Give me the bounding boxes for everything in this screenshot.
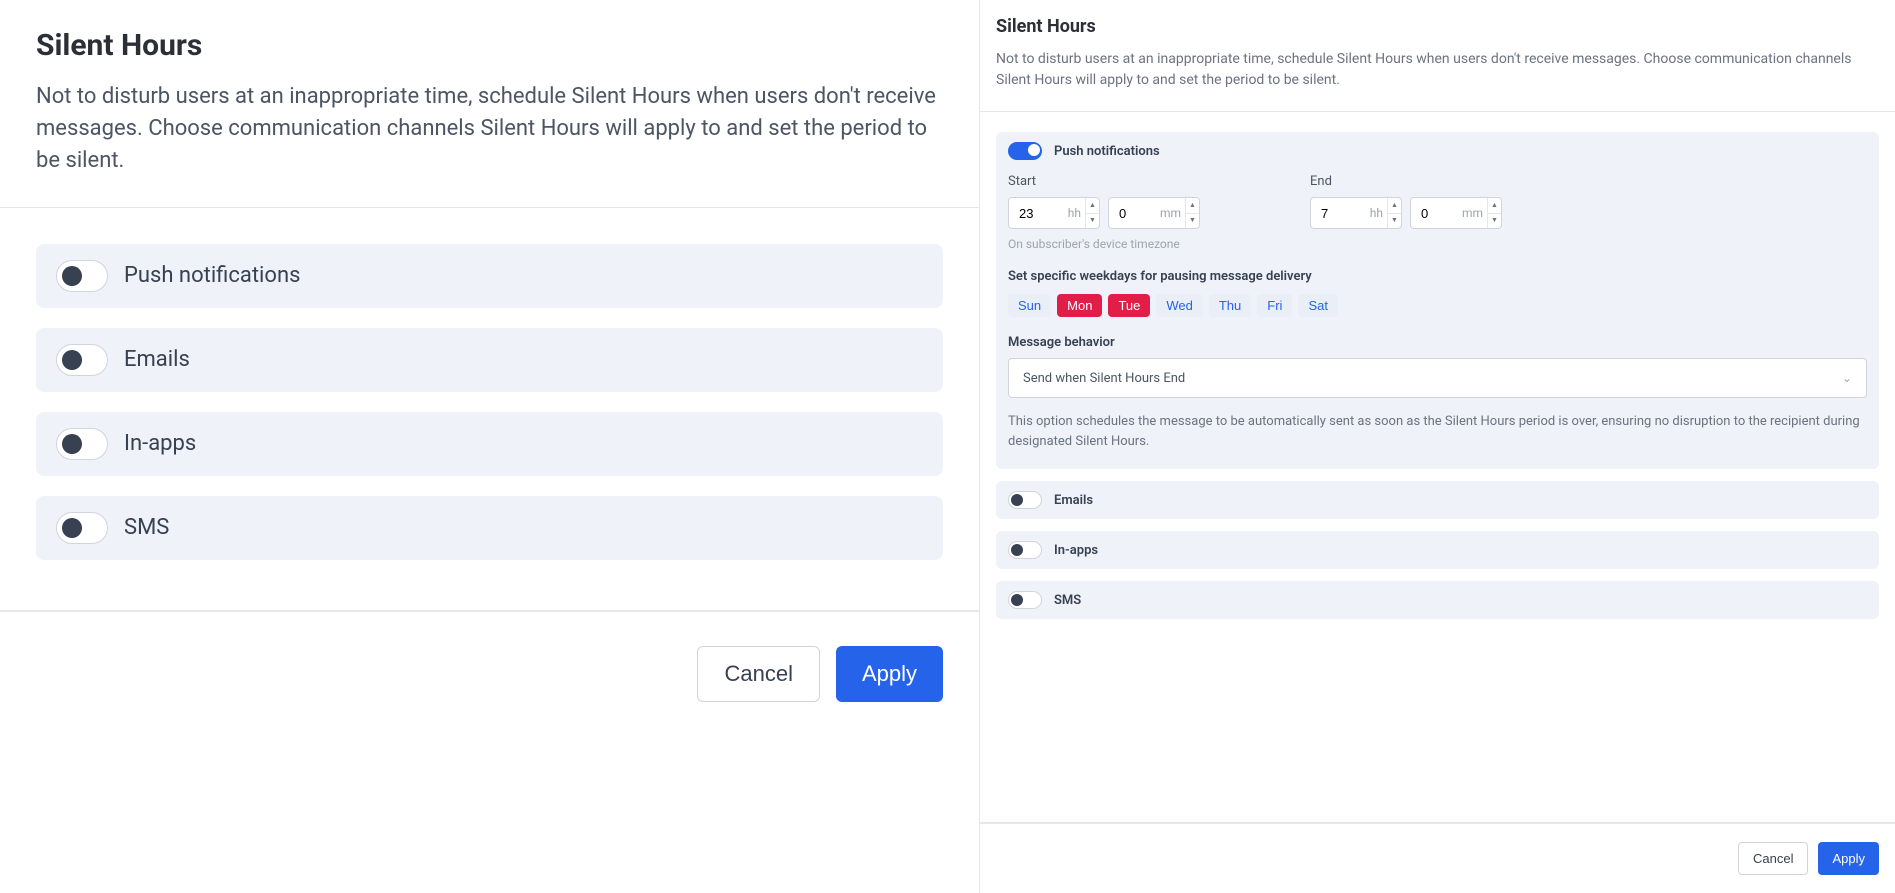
silent-hours-panel-basic: Silent Hours Not to disturb users at an … xyxy=(0,0,980,893)
spinner-arrows: ▲ ▼ xyxy=(1387,198,1401,228)
channel-sms: SMS xyxy=(996,581,1879,619)
channel-label: Push notifications xyxy=(124,263,300,288)
message-behavior-header: Message behavior xyxy=(1008,335,1867,350)
toggle-in-apps[interactable] xyxy=(1008,541,1042,559)
chevron-down-icon: ⌄ xyxy=(1842,371,1852,385)
start-label: Start xyxy=(1008,174,1200,189)
start-hour-input[interactable]: hh ▲ ▼ xyxy=(1008,197,1100,229)
toggle-sms[interactable] xyxy=(1008,591,1042,609)
unit-mm: mm xyxy=(1145,206,1185,220)
channel-emails: Emails xyxy=(996,481,1879,519)
day-wed[interactable]: Wed xyxy=(1156,294,1203,317)
push-config-body: Start hh ▲ ▼ xyxy=(996,170,1879,469)
channel-label: SMS xyxy=(124,515,169,540)
unit-hh: hh xyxy=(1045,206,1085,220)
toggle-emails[interactable] xyxy=(1008,491,1042,509)
apply-button[interactable]: Apply xyxy=(1818,842,1879,875)
arrow-down-icon[interactable]: ▼ xyxy=(1388,214,1401,229)
section-header: Push notifications xyxy=(996,132,1879,170)
section-header: In-apps xyxy=(996,531,1879,569)
day-mon[interactable]: Mon xyxy=(1057,294,1102,317)
section-header: Emails xyxy=(996,481,1879,519)
toggle-in-apps[interactable] xyxy=(56,428,108,460)
end-minute-input[interactable]: mm ▲ ▼ xyxy=(1410,197,1502,229)
spinner-arrows: ▲ ▼ xyxy=(1085,198,1099,228)
channel-emails: Emails xyxy=(36,328,943,392)
channel-label: Emails xyxy=(1054,493,1093,508)
panel-header: Silent Hours Not to disturb users at an … xyxy=(0,0,979,207)
unit-mm: mm xyxy=(1447,206,1487,220)
spinner-arrows: ▲ ▼ xyxy=(1185,198,1199,228)
day-tue[interactable]: Tue xyxy=(1108,294,1150,317)
channel-push-notifications: Push notifications Start hh ▲ ▼ xyxy=(996,132,1879,469)
end-hour-input[interactable]: hh ▲ ▼ xyxy=(1310,197,1402,229)
weekday-buttons: Sun Mon Tue Wed Thu Fri Sat xyxy=(1008,294,1867,317)
start-minute-field[interactable] xyxy=(1109,206,1145,221)
start-minute-input[interactable]: mm ▲ ▼ xyxy=(1108,197,1200,229)
arrow-up-icon[interactable]: ▲ xyxy=(1186,198,1199,214)
time-range-row: Start hh ▲ ▼ xyxy=(1008,174,1867,229)
channel-sms: SMS xyxy=(36,496,943,560)
silent-hours-panel-expanded: Silent Hours Not to disturb users at an … xyxy=(980,0,1895,893)
cancel-button[interactable]: Cancel xyxy=(697,646,819,702)
timezone-note: On subscriber's device timezone xyxy=(1008,237,1867,251)
day-sun[interactable]: Sun xyxy=(1008,294,1051,317)
spinner-arrows: ▲ ▼ xyxy=(1487,198,1501,228)
channel-in-apps: In-apps xyxy=(36,412,943,476)
panel-footer: Cancel Apply xyxy=(980,823,1895,893)
channels-list: Push notifications Emails In-apps SMS xyxy=(0,208,979,610)
page-description: Not to disturb users at an inappropriate… xyxy=(996,49,1879,91)
day-fri[interactable]: Fri xyxy=(1257,294,1292,317)
message-behavior-select[interactable]: Send when Silent Hours End ⌄ xyxy=(1008,358,1867,398)
arrow-down-icon[interactable]: ▼ xyxy=(1086,214,1099,229)
apply-button[interactable]: Apply xyxy=(836,646,943,702)
channel-label: SMS xyxy=(1054,593,1081,608)
panel-footer: Cancel Apply xyxy=(0,611,979,736)
arrow-down-icon[interactable]: ▼ xyxy=(1186,214,1199,229)
arrow-up-icon[interactable]: ▲ xyxy=(1388,198,1401,214)
arrow-down-icon[interactable]: ▼ xyxy=(1488,214,1501,229)
end-time-block: End hh ▲ ▼ xyxy=(1310,174,1502,229)
channel-label: Push notifications xyxy=(1054,144,1160,159)
arrow-up-icon[interactable]: ▲ xyxy=(1488,198,1501,214)
page-description: Not to disturb users at an inappropriate… xyxy=(36,81,943,177)
day-thu[interactable]: Thu xyxy=(1209,294,1251,317)
toggle-sms[interactable] xyxy=(56,512,108,544)
page-title: Silent Hours xyxy=(36,28,943,63)
channel-label: In-apps xyxy=(124,431,196,456)
end-hour-field[interactable] xyxy=(1311,206,1347,221)
toggle-push-notifications[interactable] xyxy=(1008,142,1042,160)
end-minute-field[interactable] xyxy=(1411,206,1447,221)
channel-label: In-apps xyxy=(1054,543,1098,558)
cancel-button[interactable]: Cancel xyxy=(1738,842,1808,875)
start-hour-field[interactable] xyxy=(1009,206,1045,221)
weekday-header: Set specific weekdays for pausing messag… xyxy=(1008,269,1867,284)
toggle-emails[interactable] xyxy=(56,344,108,376)
channel-push-notifications: Push notifications xyxy=(36,244,943,308)
behavior-description: This option schedules the message to be … xyxy=(1008,412,1867,451)
day-sat[interactable]: Sat xyxy=(1298,294,1338,317)
channel-in-apps: In-apps xyxy=(996,531,1879,569)
channels-list: Push notifications Start hh ▲ ▼ xyxy=(980,112,1895,822)
channel-label: Emails xyxy=(124,347,190,372)
page-title: Silent Hours xyxy=(996,16,1879,37)
select-value: Send when Silent Hours End xyxy=(1023,371,1185,386)
start-time-block: Start hh ▲ ▼ xyxy=(1008,174,1200,229)
toggle-push-notifications[interactable] xyxy=(56,260,108,292)
end-inputs: hh ▲ ▼ mm ▲ ▼ xyxy=(1310,197,1502,229)
unit-hh: hh xyxy=(1347,206,1387,220)
start-inputs: hh ▲ ▼ mm ▲ ▼ xyxy=(1008,197,1200,229)
section-header: SMS xyxy=(996,581,1879,619)
end-label: End xyxy=(1310,174,1502,189)
arrow-up-icon[interactable]: ▲ xyxy=(1086,198,1099,214)
panel-header: Silent Hours Not to disturb users at an … xyxy=(980,0,1895,111)
